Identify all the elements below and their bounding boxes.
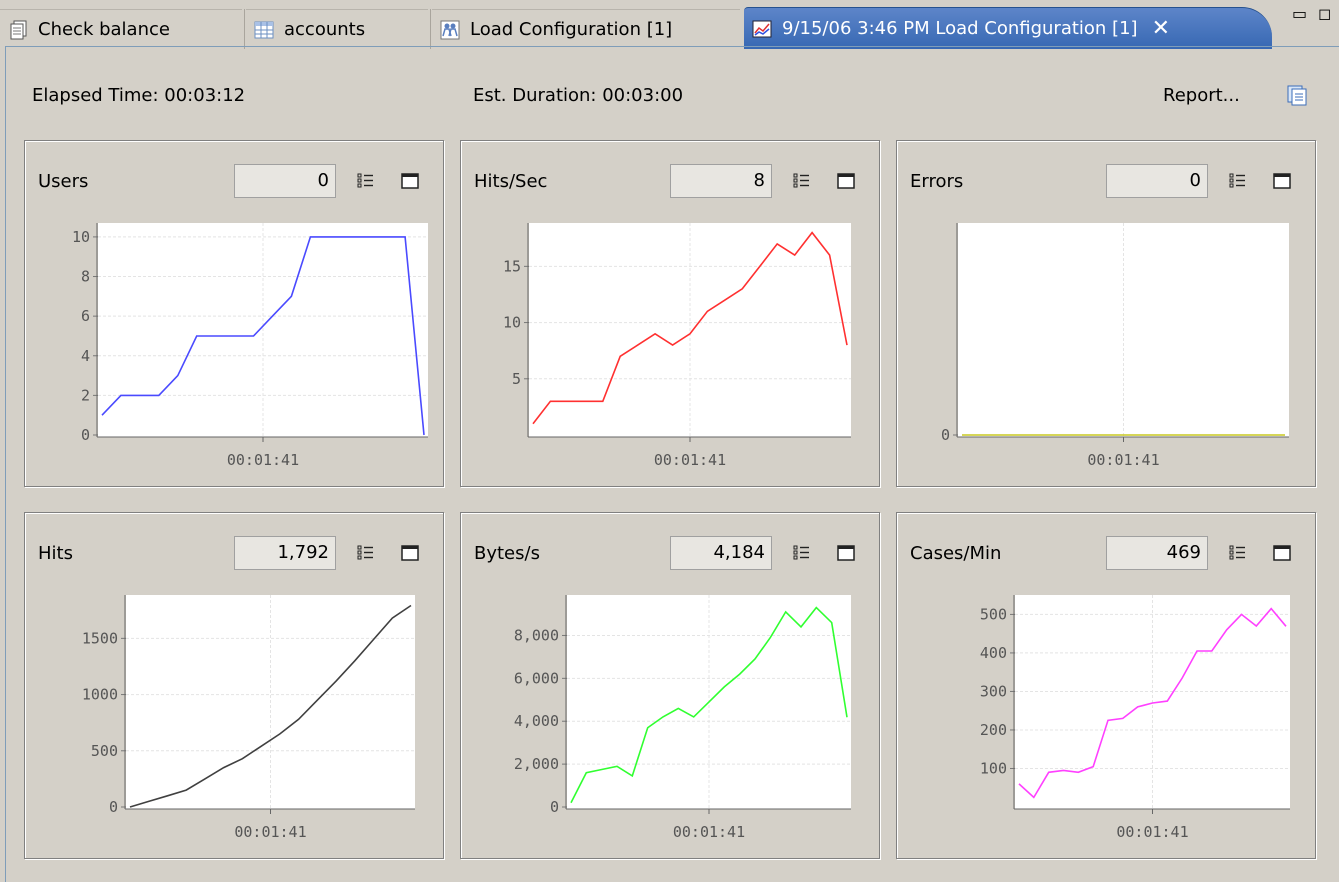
est-duration: Est. Duration: 00:03:00 [473, 85, 684, 106]
tab-report-active[interactable]: 9/15/06 3:46 PM Load Configuration [1] ✕ [744, 7, 1272, 49]
counter-panel-hits: Hits 1,792 0 500 1000 1500 00:01:41 [24, 512, 444, 859]
counter-chart: 5 10 15 00:01:41 [503, 223, 851, 469]
tab-separator [244, 9, 245, 49]
y-tick-label: 0 [941, 426, 950, 444]
tab-load-configuration[interactable]: Load Configuration [1] [432, 9, 740, 49]
y-tick-label: 1000 [82, 686, 118, 704]
y-tick-label: 8,000 [514, 626, 559, 644]
y-tick-label: 300 [980, 682, 1007, 700]
x-tick-label: 00:01:41 [654, 451, 726, 469]
x-tick-label: 00:01:41 [234, 823, 306, 841]
counter-panel-bytes-s: Bytes/s 4,184 0 2,000 4,000 6,000 8,000 00:01:4… [460, 512, 880, 859]
tab-label: accounts [284, 19, 366, 40]
y-tick-label: 2 [81, 386, 90, 404]
counter-panel-errors: Errors 0 0 00:01:41 [896, 140, 1316, 487]
y-tick-label: 200 [980, 721, 1007, 739]
y-tick-label: 6 [81, 307, 90, 325]
elapsed-time: Elapsed Time: 00:03:12 [32, 85, 246, 106]
tab-label: Check balance [38, 19, 170, 40]
tab-label: Load Configuration [1] [470, 19, 673, 40]
x-tick-label: 00:01:41 [673, 823, 745, 841]
y-tick-label: 0 [109, 798, 118, 816]
y-tick-label: 500 [91, 742, 118, 760]
y-tick-label: 4,000 [514, 712, 559, 730]
counter-chart: 0 2,000 4,000 6,000 8,000 00:01:41 [514, 595, 851, 841]
y-tick-label: 10 [503, 314, 521, 332]
y-tick-label: 5 [512, 370, 521, 388]
y-tick-label: 15 [503, 257, 521, 275]
y-tick-label: 4 [81, 347, 90, 365]
tab-label: 9/15/06 3:46 PM Load Configuration [1] [782, 18, 1138, 39]
report-icon[interactable] [1286, 84, 1308, 106]
y-tick-label: 8 [81, 268, 90, 286]
x-tick-label: 00:01:41 [227, 451, 299, 469]
document-stack-icon [10, 20, 27, 39]
y-tick-label: 10 [72, 228, 90, 246]
editor-tab-bar: Check balance accounts Load Configuratio… [0, 0, 1339, 49]
tab-check-balance[interactable]: Check balance [0, 9, 242, 49]
users-icon [440, 20, 460, 39]
counter-chart: 0 00:01:41 [941, 223, 1289, 469]
counter-panel-cases-min: Cases/Min 469 100 200 300 400 500 00:01:41 [896, 512, 1316, 859]
minimize-icon[interactable]: ▭ [1292, 4, 1307, 23]
counter-chart: 0 500 1000 1500 00:01:41 [82, 595, 415, 841]
y-tick-label: 400 [980, 644, 1007, 662]
x-tick-label: 00:01:41 [1087, 451, 1159, 469]
y-tick-label: 6,000 [514, 669, 559, 687]
counter-panel-hits-sec: Hits/Sec 8 5 10 15 00:01:41 [460, 140, 880, 487]
chart-icon [752, 20, 772, 37]
maximize-icon[interactable]: ◻ [1318, 4, 1331, 23]
y-tick-label: 0 [550, 798, 559, 816]
tab-accounts[interactable]: accounts [246, 9, 428, 49]
report-link[interactable]: Report... [1163, 85, 1240, 106]
y-tick-label: 100 [980, 759, 1007, 777]
y-tick-label: 2,000 [514, 755, 559, 773]
table-icon [254, 21, 274, 38]
x-tick-label: 00:01:41 [1116, 823, 1188, 841]
y-tick-label: 0 [81, 426, 90, 444]
counter-chart: 100 200 300 400 500 00:01:41 [980, 595, 1290, 841]
counter-chart: 0 2 4 6 8 10 00:01:41 [72, 223, 428, 469]
y-tick-label: 1500 [82, 629, 118, 647]
tab-separator [430, 9, 431, 49]
close-icon[interactable]: ✕ [1152, 16, 1170, 41]
y-tick-label: 500 [980, 605, 1007, 623]
counter-panel-users: Users 0 0 2 4 6 8 10 00:01:41 [24, 140, 444, 487]
